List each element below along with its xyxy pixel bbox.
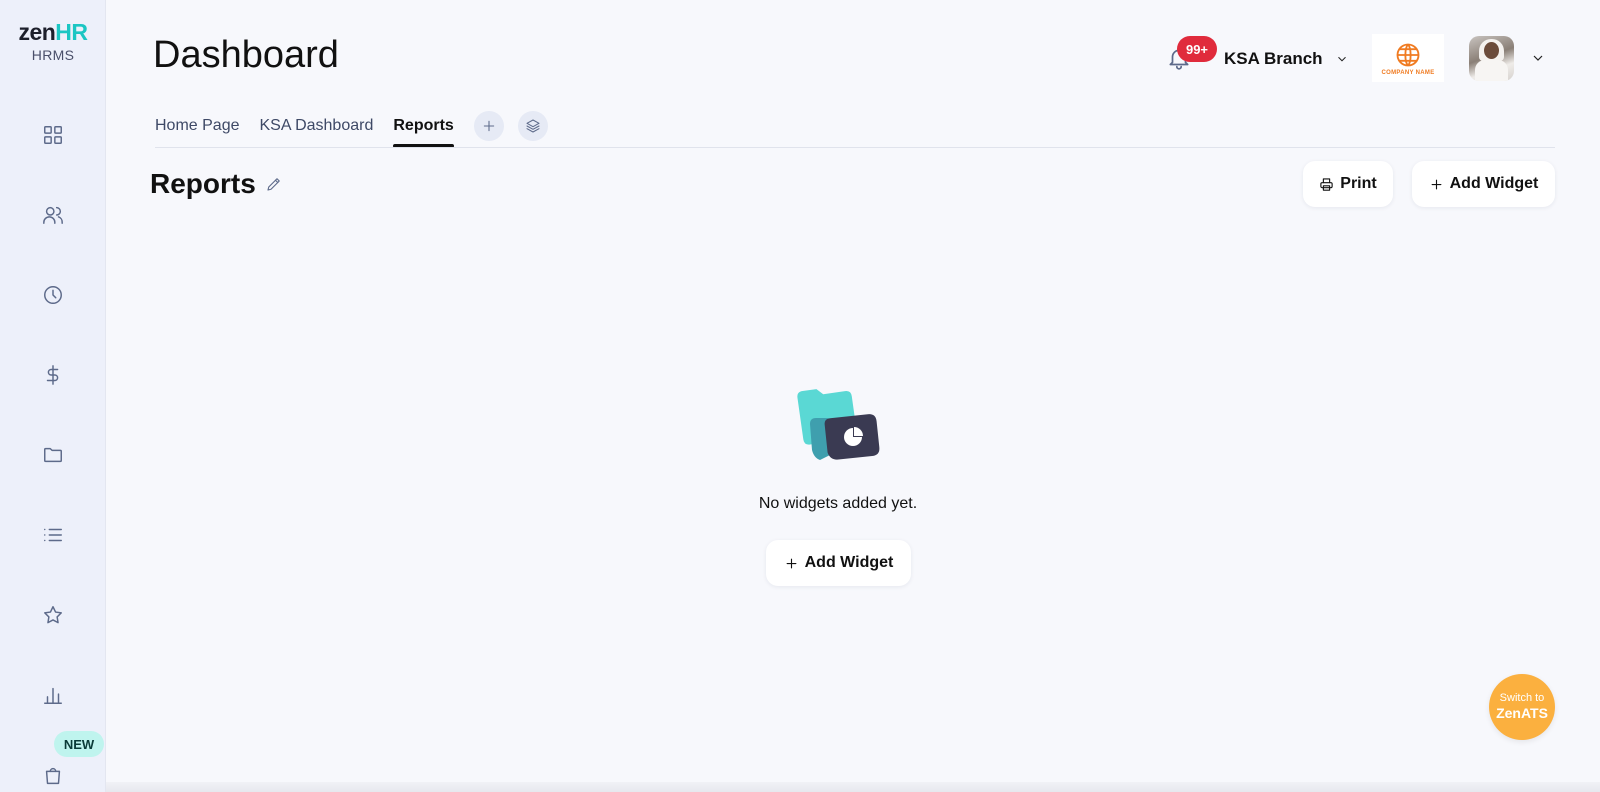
tab-ksa-dashboard[interactable]: KSA Dashboard xyxy=(260,104,374,148)
list-icon[interactable] xyxy=(41,523,65,547)
branch-label: KSA Branch xyxy=(1224,49,1323,68)
grid-icon[interactable] xyxy=(41,123,65,147)
add-widget-empty-button[interactable]: Add Widget xyxy=(766,540,911,586)
bottom-scroll-shadow xyxy=(106,782,1600,792)
switch-to-zenats-button[interactable]: Switch to ZenATS xyxy=(1489,674,1555,740)
bar-chart-icon[interactable] xyxy=(41,683,65,707)
logo-primary: zen xyxy=(18,19,56,45)
plus-icon xyxy=(1431,179,1442,189)
folder-icon[interactable] xyxy=(41,443,65,467)
plus-icon xyxy=(786,558,797,568)
section-title: Reports xyxy=(150,168,256,199)
company-logo[interactable]: COMPANY NAME xyxy=(1372,34,1444,82)
chevron-down-icon xyxy=(1337,56,1346,62)
page-title: Dashboard xyxy=(153,34,339,76)
print-label: Print xyxy=(1340,175,1377,192)
branch-selector[interactable]: KSA Branch xyxy=(1224,47,1349,71)
add-tab-button[interactable] xyxy=(473,111,504,141)
add-widget-label: Add Widget xyxy=(1449,175,1539,192)
switch-small-label: Switch to xyxy=(1499,692,1545,704)
app-root: zenHR HRMS NEW Dashboard 99+ KSA Branch … xyxy=(0,0,1600,792)
printer-icon xyxy=(1320,177,1333,191)
print-button[interactable]: Print xyxy=(1303,161,1393,207)
empty-state-message: No widgets added yet. xyxy=(758,495,918,512)
switch-big-label: ZenATS xyxy=(1496,705,1548,721)
layers-icon xyxy=(526,119,540,133)
layers-button[interactable] xyxy=(517,111,548,141)
dashboard-tabs: Home Page KSA Dashboard Reports xyxy=(155,104,562,148)
logo[interactable]: zenHR HRMS xyxy=(0,20,106,63)
add-widget-empty-label: Add Widget xyxy=(804,554,894,571)
avatar[interactable] xyxy=(1469,36,1514,81)
plus-icon xyxy=(483,120,495,132)
tab-home-page[interactable]: Home Page xyxy=(155,104,240,148)
sidebar: zenHR HRMS NEW xyxy=(0,0,106,792)
users-icon[interactable] xyxy=(41,203,65,227)
star-icon[interactable] xyxy=(41,603,65,627)
company-logo-text: COMPANY NAME xyxy=(1381,69,1435,76)
empty-widgets-illustration xyxy=(797,389,880,460)
logo-accent: HR xyxy=(55,19,88,45)
chevron-down-icon[interactable] xyxy=(1530,50,1546,66)
tab-reports[interactable]: Reports xyxy=(393,104,455,148)
dollar-icon[interactable] xyxy=(41,363,65,387)
new-badge: NEW xyxy=(54,731,104,757)
edit-icon[interactable] xyxy=(265,175,283,193)
add-widget-button[interactable]: Add Widget xyxy=(1412,161,1555,207)
logo-subtitle: HRMS xyxy=(31,47,75,63)
globe-icon xyxy=(1396,43,1420,66)
notification-badge[interactable]: 99+ xyxy=(1177,36,1217,62)
clock-icon[interactable] xyxy=(41,283,65,307)
tabs-divider xyxy=(155,147,1555,148)
shopping-bag-icon[interactable] xyxy=(41,764,65,788)
